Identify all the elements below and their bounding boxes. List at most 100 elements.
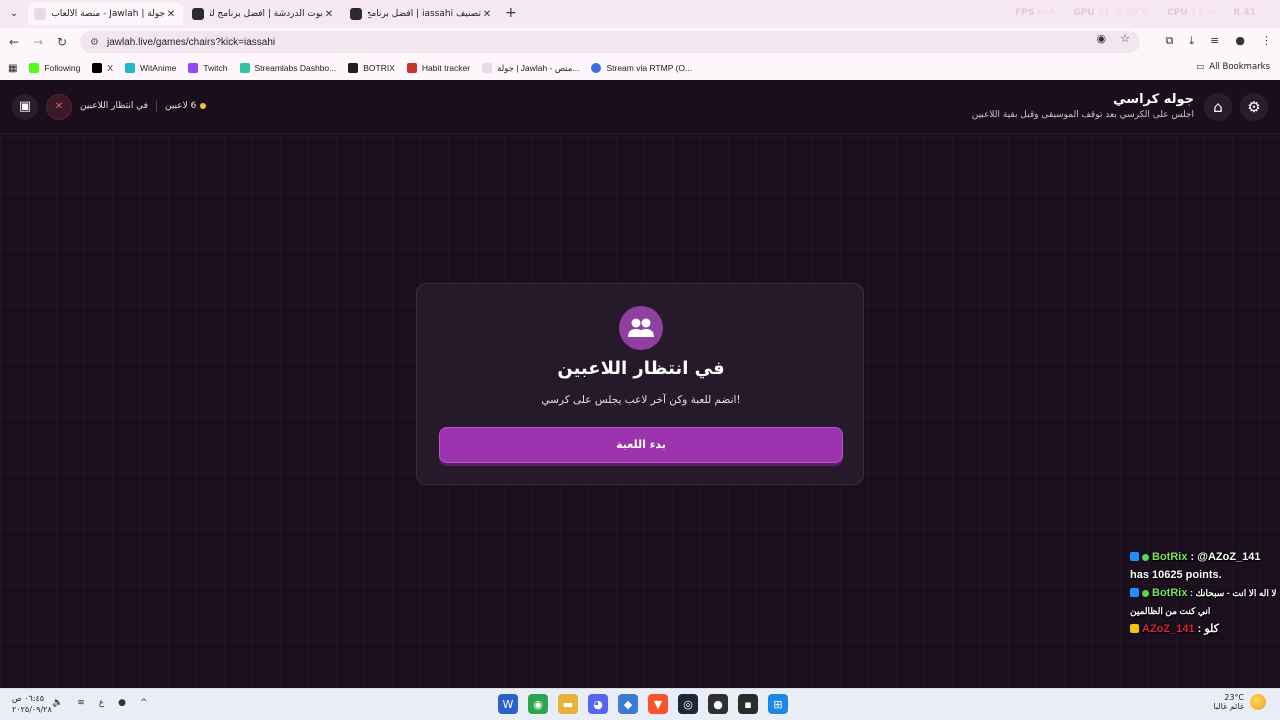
chat-toggle-icon[interactable]: ▣ <box>12 94 38 120</box>
status-label: في انتظار اللاعبين <box>80 101 148 111</box>
bookmark-label: BOTRIX <box>363 63 395 73</box>
bookmark-witanime[interactable]: WitAnime <box>125 63 176 73</box>
terminal-icon[interactable]: ▪ <box>738 694 758 714</box>
bookmark-icon <box>188 63 199 73</box>
game-header: ⚙ ⌂ جوله كراسي اجلس على الكرسي بعد توقف … <box>0 80 1280 134</box>
bookmark-label: X <box>107 63 114 73</box>
bookmark-label: Following <box>44 63 81 73</box>
weather-sun-icon <box>1250 694 1266 710</box>
taskbar: ٠٦:٤٥ ص ٢٠٢٥/٠٩/٢٨ 🔈 ≋ ع ● ^ W ◉ ▬ ◕ ◆ ▼… <box>0 688 1280 720</box>
chat-message: BotRix : @AZoZ_141 has 10625 points. <box>1130 548 1278 584</box>
extensions-icon[interactable]: ⧉ <box>1165 34 1173 48</box>
profile-icon[interactable]: ● <box>1235 34 1245 48</box>
players-icon <box>619 306 663 350</box>
waiting-card: في انتظار اللاعبين انضم للعبة وكن آخر لا… <box>416 283 864 485</box>
new-tab-icon[interactable]: + <box>505 5 517 21</box>
back-icon[interactable]: ← <box>6 34 22 50</box>
eye-off-icon[interactable]: ◉ <box>1097 32 1107 45</box>
clock[interactable]: ٠٦:٤٥ ص ٢٠٢٥/٠٩/٢٨ <box>12 693 52 715</box>
site-info-icon[interactable]: ⚙ <box>90 37 99 48</box>
bookmark-twitch[interactable]: Twitch <box>188 63 228 73</box>
chevron-up-icon[interactable]: ^ <box>140 698 148 708</box>
cpu-label: CPU <box>1167 8 1188 18</box>
file-explorer-icon[interactable]: ▬ <box>558 694 578 714</box>
card-subtitle: انضم للعبة وكن آخر لاعب يجلس على كرسي! <box>541 394 741 406</box>
chat-overlay: BotRix : @AZoZ_141 has 10625 points. Bot… <box>1130 548 1278 638</box>
bookmark-icon <box>482 63 493 73</box>
obs-icon[interactable]: ● <box>708 694 728 714</box>
tab-favicon <box>34 8 46 20</box>
wordpad-icon[interactable]: W <box>498 694 518 714</box>
language-indicator[interactable]: ع <box>99 698 104 708</box>
clock-time: ٠٦:٤٥ ص <box>12 694 45 703</box>
bookmark-streamlabs[interactable]: Streamlabs Dashbo... <box>239 63 337 73</box>
url-text[interactable]: jawlah.live/games/chairs?kick=iassahi <box>107 37 275 48</box>
crown-icon <box>1130 624 1139 633</box>
chat-text: : كلو <box>1194 623 1219 635</box>
bookmark-label: Stream via RTMP (O... <box>606 63 693 73</box>
download-icon[interactable]: ⤓ <box>1189 34 1194 48</box>
mute-icon[interactable]: ✕ <box>46 94 72 120</box>
weather-text: غائم غالبا <box>1213 702 1244 711</box>
game-page: ⚙ ⌂ جوله كراسي اجلس على الكرسي بعد توقف … <box>0 80 1280 688</box>
tab-title: بوت الدردشة | أفضل برنامج لتعزيز <box>210 9 323 19</box>
performance-overlay: FPS N/A GPU 31 % 50°C CPU 13 % R 41 <box>1015 8 1256 18</box>
kick-icon <box>1130 588 1139 597</box>
start-game-button[interactable]: بدء اللعبة <box>439 427 843 463</box>
reading-list-icon[interactable]: ≡ <box>1210 34 1219 48</box>
tab-title: تصنيف iassahi | أفضل برنامج لتع <box>368 9 481 19</box>
apps-icon[interactable]: ▦ <box>8 63 17 74</box>
tab-search-icon[interactable]: ⌄ <box>6 6 22 22</box>
reload-icon[interactable]: ↻ <box>54 34 70 50</box>
address-bar[interactable]: ⚙ jawlah.live/games/chairs?kick=iassahi <box>80 31 1140 53</box>
bookmark-icon <box>125 63 136 73</box>
chat-username: BotRix <box>1152 551 1188 563</box>
app-icon[interactable]: ◆ <box>618 694 638 714</box>
browser-tab-1[interactable]: جولة | Jawlah - منصة الألعاب على ✕ <box>28 3 183 25</box>
all-bookmarks-label: All Bookmarks <box>1209 62 1270 72</box>
bookmark-label: Streamlabs Dashbo... <box>254 63 337 73</box>
bookmark-following[interactable]: Following <box>29 63 80 73</box>
browser-tab-2[interactable]: بوت الدردشة | أفضل برنامج لتعزيز ✕ <box>186 3 341 25</box>
star-icon[interactable]: ☆ <box>1120 32 1130 45</box>
fps-label: FPS <box>1015 8 1035 18</box>
gpu-value: 31 % 50°C <box>1097 8 1150 18</box>
status-dot <box>200 103 207 109</box>
forward-icon[interactable]: → <box>30 34 46 50</box>
windows-start-icon[interactable]: ⊞ <box>768 694 788 714</box>
browser-tab-3[interactable]: تصنيف iassahi | أفضل برنامج لتع ✕ <box>344 3 499 25</box>
kick-icon <box>1130 552 1139 561</box>
menu-icon[interactable]: ⋮ <box>1261 34 1272 48</box>
extra-stat: R 41 <box>1233 8 1256 18</box>
bookmark-label: جولة | Jawlah - منص... <box>497 62 580 73</box>
home-icon[interactable]: ⌂ <box>1204 93 1232 121</box>
bookmark-jawlah[interactable]: جولة | Jawlah - منص... <box>482 63 579 74</box>
bookmark-habit-tracker[interactable]: Habit tracker <box>406 63 470 73</box>
chrome-icon[interactable]: ◉ <box>528 694 548 714</box>
bookmark-x[interactable]: X <box>92 63 113 73</box>
chat-username: AZoZ_141 <box>1142 623 1195 635</box>
player-count: 6 لاعبين <box>165 101 207 111</box>
steam-icon[interactable]: ◎ <box>678 694 698 714</box>
volume-icon[interactable]: 🔈 <box>52 698 63 708</box>
game-subtitle: اجلس على الكرسي بعد توقف الموسيقى وقبل ب… <box>971 110 1194 120</box>
close-icon[interactable]: ✕ <box>165 9 177 20</box>
weather-widget[interactable]: 23°C غائم غالبا <box>1213 693 1266 711</box>
browser-tabbar: ⌄ جولة | Jawlah - منصة الألعاب على ✕ بوت… <box>0 0 1280 28</box>
close-icon[interactable]: ✕ <box>323 9 335 20</box>
discord-icon[interactable]: ◕ <box>588 694 608 714</box>
chat-username: BotRix <box>1152 587 1188 599</box>
bookmark-botrix[interactable]: BOTRIX <box>348 63 395 73</box>
verified-icon <box>1142 554 1149 561</box>
microphone-icon[interactable]: ● <box>118 698 126 708</box>
chat-message: BotRix : لا اله الا انت - سبحانك اني كنت… <box>1130 584 1278 620</box>
brave-icon[interactable]: ▼ <box>648 694 668 714</box>
settings-gear-icon[interactable]: ⚙ <box>1240 93 1268 121</box>
bookmark-rtmp[interactable]: Stream via RTMP (O... <box>591 63 692 73</box>
close-icon[interactable]: ✕ <box>481 9 493 20</box>
chat-text: : @AZoZ_141 has 10625 points. <box>1130 551 1261 581</box>
all-bookmarks[interactable]: ▭ All Bookmarks <box>1196 62 1270 72</box>
wifi-icon[interactable]: ≋ <box>77 698 85 708</box>
tab-favicon <box>350 8 362 20</box>
cpu-value: 13 % <box>1190 8 1216 18</box>
